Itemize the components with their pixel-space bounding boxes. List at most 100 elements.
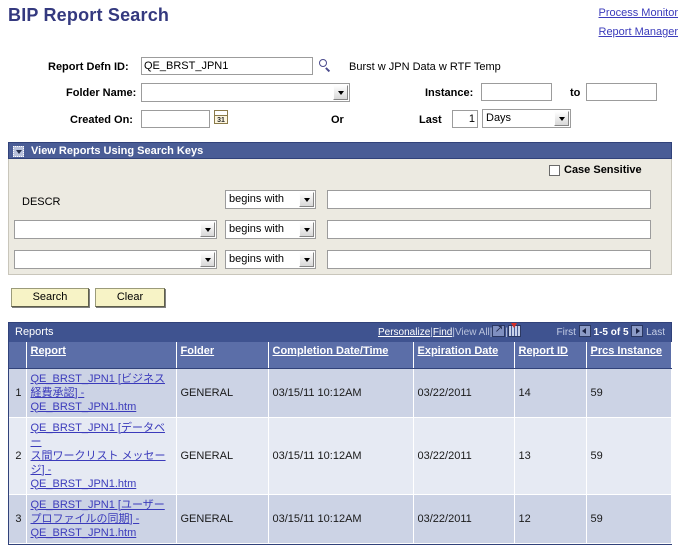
- folder-name-label: Folder Name:: [66, 87, 137, 99]
- search-key-value-1[interactable]: [327, 220, 651, 239]
- instance-to-input[interactable]: [586, 83, 657, 101]
- report-name-cell: QE_BRST_JPN1 [データベー ス間ワークリスト メッセージ] - QE…: [26, 417, 177, 495]
- last-unit-select[interactable]: Days: [482, 109, 571, 128]
- reports-table: Report Folder Completion Date/Time Expir…: [9, 342, 672, 544]
- grid-pagination: First 1-5 of 5 Last: [557, 323, 665, 342]
- created-on-input[interactable]: [141, 110, 210, 128]
- search-key-operator-0[interactable]: begins with: [225, 190, 316, 209]
- search-key-value-0[interactable]: [327, 190, 651, 209]
- report-link[interactable]: QE_BRST_JPN1 [データベー ス間ワークリスト メッセージ] - QE…: [31, 421, 172, 491]
- sort-prcs-instance-link[interactable]: Prcs Instance: [591, 345, 663, 357]
- previous-page-arrow-icon[interactable]: [578, 325, 591, 337]
- report-defn-id-input[interactable]: [141, 57, 313, 75]
- table-header-row: Report Folder Completion Date/Time Expir…: [9, 342, 672, 369]
- column-header-completion: Completion Date/Time: [268, 342, 414, 369]
- report-link-line2: プロファイルの同期] -: [30, 512, 140, 525]
- report-name-cell: QE_BRST_JPN1 [ビジネス 経費承認] - QE_BRST_JPN1.…: [26, 368, 177, 418]
- calendar-icon[interactable]: 31: [214, 110, 228, 124]
- search-key-operator-2[interactable]: begins with: [225, 250, 316, 269]
- created-on-label: Created On:: [70, 114, 133, 126]
- row-number-header: [9, 342, 27, 369]
- table-row: 1 QE_BRST_JPN1 [ビジネス 経費承認] - QE_BRST_JPN…: [9, 368, 672, 418]
- view-all-link[interactable]: View All: [455, 327, 490, 338]
- completion-cell: 03/15/11 10:12AM: [268, 368, 414, 418]
- chevron-down-icon: [299, 252, 314, 267]
- chevron-down-icon: [333, 85, 348, 100]
- report-link[interactable]: QE_BRST_JPN1 [ユーザー プロファイルの同期] - QE_BRST_…: [31, 498, 172, 540]
- search-key-field-0: DESCR: [22, 196, 61, 208]
- reports-grid-title: Reports: [15, 326, 54, 338]
- download-to-spreadsheet-icon[interactable]: [508, 323, 521, 337]
- sort-expiration-link[interactable]: Expiration Date: [418, 345, 499, 357]
- search-key-field-select-2[interactable]: [14, 250, 217, 269]
- last-unit-value: Days: [486, 112, 512, 124]
- folder-cell: GENERAL: [176, 494, 269, 544]
- chevron-down-icon: [299, 222, 314, 237]
- report-link-line2: ス間ワークリスト メッセージ] -: [30, 449, 166, 476]
- last-value-input[interactable]: [452, 110, 478, 128]
- report-defn-id-label: Report Defn ID:: [48, 61, 129, 73]
- report-name-cell: QE_BRST_JPN1 [ユーザー プロファイルの同期] - QE_BRST_…: [26, 494, 177, 544]
- search-key-value-2[interactable]: [327, 250, 651, 269]
- row-number: 2: [9, 417, 27, 495]
- folder-name-select[interactable]: [141, 83, 350, 102]
- table-row: 2 QE_BRST_JPN1 [データベー ス間ワークリスト メッセージ] - …: [9, 417, 672, 495]
- last-label: Last: [419, 114, 442, 126]
- instance-to-label: to: [570, 87, 581, 99]
- search-key-operator-1[interactable]: begins with: [225, 220, 316, 239]
- report-link-line1: QE_BRST_JPN1 [データベー: [30, 421, 165, 448]
- report-id-cell: 12: [514, 494, 587, 544]
- top-right-links: Process Monitor Report Manager: [599, 4, 679, 42]
- row-number: 1: [9, 368, 27, 418]
- instance-from-input[interactable]: [481, 83, 552, 101]
- report-link[interactable]: QE_BRST_JPN1 [ビジネス 経費承認] - QE_BRST_JPN1.…: [31, 372, 172, 414]
- page-range: 1-5 of 5: [593, 327, 629, 338]
- find-link[interactable]: Find: [433, 327, 452, 338]
- row-number: 3: [9, 494, 27, 544]
- expiration-cell: 03/22/2011: [413, 417, 515, 495]
- section-title: View Reports Using Search Keys: [31, 145, 204, 157]
- search-key-field-select-1[interactable]: [14, 220, 217, 239]
- search-button[interactable]: Search: [11, 288, 89, 307]
- report-link-line1: QE_BRST_JPN1 [ユーザー: [30, 498, 165, 511]
- sort-report-link[interactable]: Report: [31, 345, 66, 357]
- next-page-arrow-icon[interactable]: [631, 325, 644, 337]
- first-page-label[interactable]: First: [557, 327, 576, 338]
- expand-grid-icon[interactable]: [492, 323, 506, 337]
- clear-button[interactable]: Clear: [95, 288, 165, 307]
- collapse-toggle-icon[interactable]: [13, 146, 24, 157]
- report-id-cell: 13: [514, 417, 587, 495]
- report-manager-link[interactable]: Report Manager: [599, 23, 679, 42]
- expiration-cell: 03/22/2011: [413, 494, 515, 544]
- expiration-cell: 03/22/2011: [413, 368, 515, 418]
- sort-report-id-link[interactable]: Report ID: [519, 345, 569, 357]
- case-sensitive-checkbox[interactable]: [549, 165, 560, 176]
- search-key-operator-value-0: begins with: [229, 193, 285, 205]
- report-link-line1: QE_BRST_JPN1 [ビジネス: [30, 372, 165, 385]
- chevron-down-icon: [200, 252, 215, 267]
- column-header-report: Report: [26, 342, 177, 369]
- report-id-cell: 14: [514, 368, 587, 418]
- case-sensitive-label: Case Sensitive: [564, 164, 642, 176]
- prcs-instance-cell: 59: [586, 368, 672, 418]
- chevron-down-icon: [299, 192, 314, 207]
- report-link-line3: QE_BRST_JPN1.htm: [30, 400, 137, 413]
- folder-cell: GENERAL: [176, 368, 269, 418]
- prcs-instance-cell: 59: [586, 417, 672, 495]
- sort-completion-link[interactable]: Completion Date/Time: [273, 345, 389, 357]
- reports-grid: Reports Personalize|Find|View All|| Firs…: [8, 322, 672, 545]
- process-monitor-link[interactable]: Process Monitor: [599, 4, 678, 23]
- sort-folder-link[interactable]: Folder: [181, 345, 215, 357]
- reports-grid-header: Reports Personalize|Find|View All|| Firs…: [9, 323, 671, 342]
- prcs-instance-cell: 59: [586, 494, 672, 544]
- column-header-folder: Folder: [176, 342, 269, 369]
- instance-label: Instance:: [425, 87, 474, 99]
- search-key-operator-value-2: begins with: [229, 253, 285, 265]
- search-magnifier-icon[interactable]: [319, 59, 333, 73]
- view-reports-section-header[interactable]: View Reports Using Search Keys: [8, 142, 672, 159]
- report-link-line2: 経費承認] -: [30, 386, 85, 399]
- personalize-link[interactable]: Personalize: [378, 327, 430, 338]
- search-key-operator-value-1: begins with: [229, 223, 285, 235]
- completion-cell: 03/15/11 10:12AM: [268, 494, 414, 544]
- last-page-label[interactable]: Last: [646, 327, 665, 338]
